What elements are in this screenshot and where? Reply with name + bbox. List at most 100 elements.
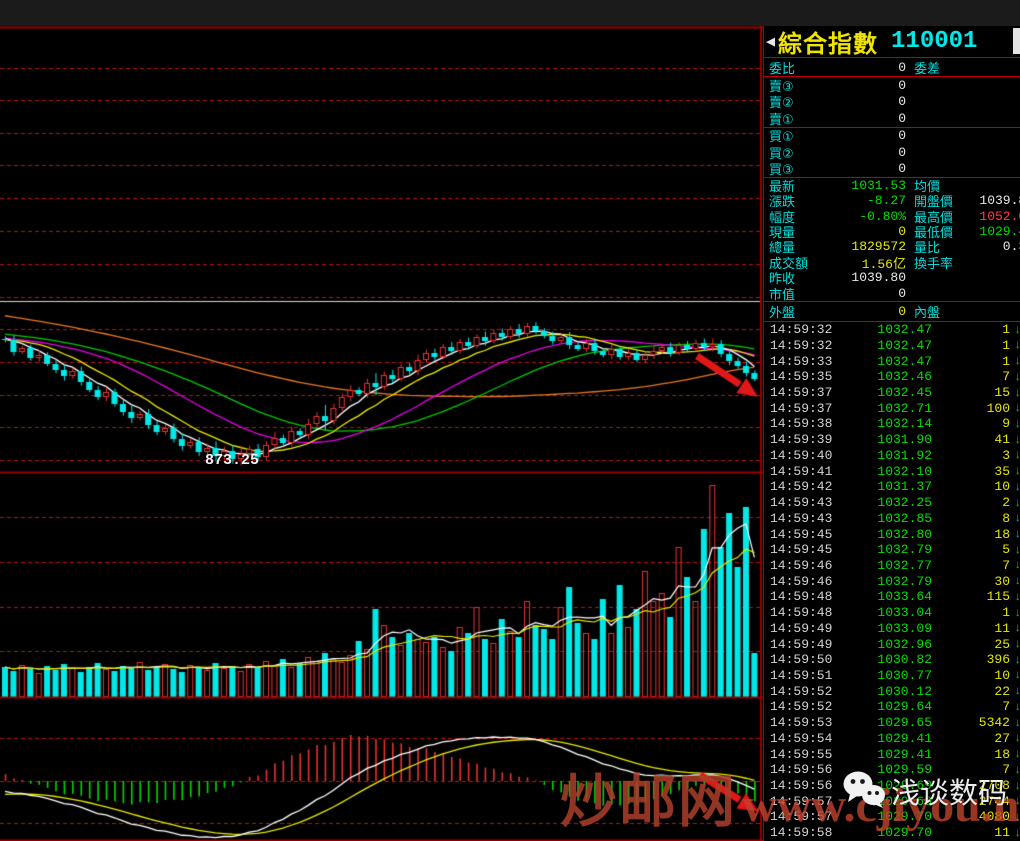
tick-price: 1032.96 <box>842 637 932 652</box>
tick-direction-icon: ↓ <box>1010 826 1020 840</box>
tick-price: 1033.09 <box>842 621 932 636</box>
tick-price: 1032.79 <box>842 542 932 557</box>
tick-direction-icon: ↓ <box>1010 731 1020 745</box>
tick-volume: 5342 <box>932 715 1010 730</box>
tick-direction-icon: ↓ <box>1010 354 1020 368</box>
time-sales-row[interactable]: 14:59:371032.71100↓ <box>764 400 1020 416</box>
time-sales-row[interactable]: 14:59:501030.82396↓ <box>764 652 1020 668</box>
time-sales-row[interactable]: 14:59:431032.858↓ <box>764 510 1020 526</box>
bid-level-row: 買①00 <box>764 128 1020 144</box>
tick-price: 1031.37 <box>842 479 932 494</box>
tick-volume: 10 <box>932 668 1010 683</box>
index-code: 110001 <box>891 28 977 55</box>
weicha-value: 0 <box>962 60 1020 75</box>
tick-volume: 1 <box>932 605 1010 620</box>
kline-chart-canvas[interactable] <box>0 26 763 841</box>
tick-price: 1029.59 <box>842 762 932 777</box>
tick-price: 1029.64 <box>842 699 932 714</box>
quote-panel: ◀ 綜合指數 110001 委比 0 委差 0 賣③00賣②00賣①00 買①0… <box>763 26 1020 841</box>
ask-level-price: 0 <box>824 94 906 109</box>
time-sales-row[interactable]: 14:59:571029.704080↓ <box>764 809 1020 825</box>
tick-time: 14:59:51 <box>770 668 842 683</box>
time-sales-row[interactable]: 14:59:511030.7710↓ <box>764 668 1020 684</box>
quote-value: 0 <box>962 255 1020 270</box>
time-sales-row[interactable]: 14:59:451032.795↓ <box>764 542 1020 558</box>
bid-levels: 買①00買②00買③00 <box>764 128 1020 177</box>
time-sales-row[interactable]: 14:59:491033.0911↓ <box>764 620 1020 636</box>
tick-time: 14:59:37 <box>770 401 842 416</box>
neipan-value: 0 <box>962 304 1020 319</box>
tick-direction-icon: ↓ <box>1010 417 1020 431</box>
tick-volume: 1 <box>932 354 1010 369</box>
tick-direction-icon: ↓ <box>1010 810 1020 824</box>
tick-price: 1032.47 <box>842 354 932 369</box>
time-sales-row[interactable]: 14:59:381032.149↓ <box>764 416 1020 432</box>
tick-price: 1032.80 <box>842 527 932 542</box>
time-sales-row[interactable]: 14:59:491032.9625↓ <box>764 636 1020 652</box>
tick-time: 14:59:46 <box>770 574 842 589</box>
quote-value: 1039.80 <box>824 270 906 285</box>
time-sales-row[interactable]: 14:59:411032.1035↓ <box>764 463 1020 479</box>
tick-volume: 41 <box>932 432 1010 447</box>
tick-time: 14:59:52 <box>770 684 842 699</box>
ask-level-row: 賣③00 <box>764 77 1020 94</box>
kline-chart-area[interactable]: 873.25 <box>0 26 763 841</box>
waipan-row: 外盤 0 內盤 0 <box>764 302 1020 321</box>
time-sales-row[interactable]: 14:59:481033.64115↓ <box>764 589 1020 605</box>
time-sales-row[interactable]: 14:59:461032.7930↓ <box>764 573 1020 589</box>
tick-price: 1033.04 <box>842 605 932 620</box>
time-sales-row[interactable]: 14:59:551029.4118↓ <box>764 746 1020 762</box>
time-sales-row[interactable]: 14:59:451032.8018↓ <box>764 526 1020 542</box>
tick-volume: 27 <box>932 731 1010 746</box>
quote-label: 市值 <box>769 284 824 303</box>
quote-detail-grid: 最新1031.53均價0漲跌-8.27開盤價1039.80幅度-0.80%最高價… <box>764 178 1020 301</box>
tick-direction-icon: ↓ <box>1010 668 1020 682</box>
time-sales-row[interactable]: 14:59:401031.923↓ <box>764 448 1020 464</box>
tick-time: 14:59:42 <box>770 479 842 494</box>
time-sales-row[interactable]: 14:59:571029.692744↓ <box>764 793 1020 809</box>
tick-time: 14:59:57 <box>770 794 842 809</box>
tick-direction-icon: ↓ <box>1010 543 1020 557</box>
time-sales-row[interactable]: 14:59:331032.471↓ <box>764 353 1020 369</box>
time-sales-row[interactable]: 14:59:321032.471↓ <box>764 338 1020 354</box>
panel-corner-button[interactable] <box>1013 28 1020 54</box>
time-sales-row[interactable]: 14:59:531029.655342↓ <box>764 715 1020 731</box>
time-sales-row[interactable]: 14:59:351032.467↓ <box>764 369 1020 385</box>
back-arrow-icon[interactable]: ◀ <box>766 32 775 51</box>
tick-volume: 25 <box>932 637 1010 652</box>
neipan-label: 內盤 <box>914 302 962 321</box>
tick-time: 14:59:40 <box>770 448 842 463</box>
time-sales-row[interactable]: 14:59:461032.777↓ <box>764 558 1020 574</box>
time-sales-row[interactable]: 14:59:371032.4515↓ <box>764 385 1020 401</box>
time-sales-row[interactable]: 14:59:321032.471↓ <box>764 322 1020 338</box>
time-sales-row[interactable]: 14:59:431032.252↓ <box>764 495 1020 511</box>
tick-time: 14:59:53 <box>770 715 842 730</box>
tick-price: 1029.70 <box>842 825 932 840</box>
tick-price: 1032.47 <box>842 322 932 337</box>
time-sales-row[interactable]: 14:59:581029.7011↓ <box>764 825 1020 841</box>
tick-price: 1032.14 <box>842 416 932 431</box>
time-sales-row[interactable]: 14:59:421031.3710↓ <box>764 479 1020 495</box>
quote-value: 0 <box>824 286 906 301</box>
time-sales-row[interactable]: 14:59:391031.9041↓ <box>764 432 1020 448</box>
tick-time: 14:59:38 <box>770 416 842 431</box>
time-sales-row[interactable]: 14:59:521029.647↓ <box>764 699 1020 715</box>
time-sales-row[interactable]: 14:59:541029.4127↓ <box>764 730 1020 746</box>
tick-direction-icon: ↓ <box>1010 653 1020 667</box>
tick-direction-icon: ↓ <box>1010 448 1020 462</box>
tick-time: 14:59:48 <box>770 605 842 620</box>
trading-app-window: 873.25 ◀ 綜合指數 110001 委比 0 委差 0 賣③00賣②00賣… <box>0 0 1020 841</box>
time-sales-row[interactable]: 14:59:481033.041↓ <box>764 605 1020 621</box>
time-sales-list[interactable]: 14:59:321032.471↓14:59:321032.471↓14:59:… <box>764 322 1020 841</box>
tick-volume: 35 <box>932 464 1010 479</box>
time-sales-row[interactable]: 14:59:561029.692708↓ <box>764 778 1020 794</box>
tick-direction-icon: ↓ <box>1010 794 1020 808</box>
time-sales-row[interactable]: 14:59:521030.1222↓ <box>764 683 1020 699</box>
tick-volume: 22 <box>932 684 1010 699</box>
tick-volume: 7 <box>932 558 1010 573</box>
quote-label: 換手率 <box>914 253 962 272</box>
tick-time: 14:59:56 <box>770 778 842 793</box>
time-sales-row[interactable]: 14:59:561029.597↓ <box>764 762 1020 778</box>
tick-time: 14:59:32 <box>770 322 842 337</box>
tick-time: 14:59:49 <box>770 621 842 636</box>
